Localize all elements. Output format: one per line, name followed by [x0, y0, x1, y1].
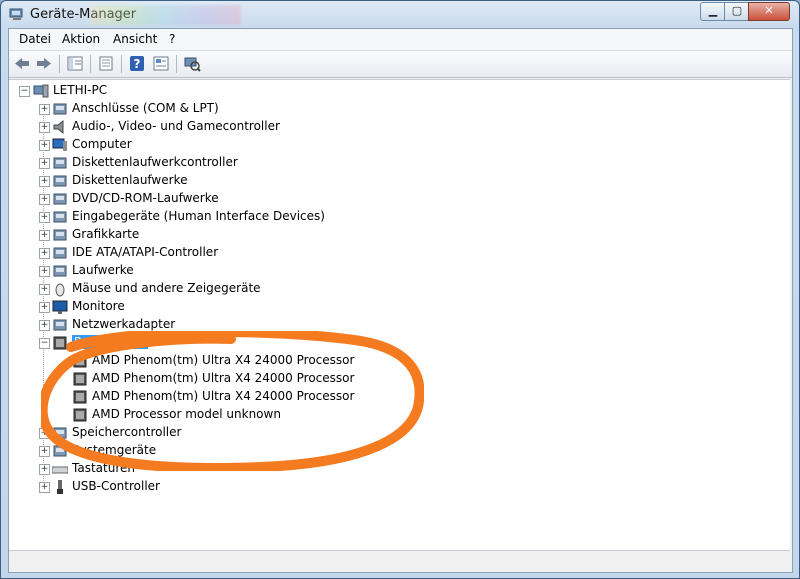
floppy-drive-icon [52, 173, 68, 189]
hid-icon [52, 209, 68, 225]
toolbar-separator [59, 55, 60, 73]
toolbar-separator [121, 55, 122, 73]
tree-node-label: Diskettenlaufwerke [72, 173, 188, 187]
menu-aktion[interactable]: Aktion [62, 32, 100, 46]
expand-icon[interactable]: + [39, 482, 50, 493]
back-icon[interactable] [13, 55, 31, 72]
tree-category[interactable]: + DVD/CD-ROM-Laufwerke [9, 190, 790, 208]
title-bar[interactable]: Geräte-Manager ▁ ▢ ✕ [1, 1, 799, 29]
toolbar: ? [9, 51, 792, 78]
computer-icon [52, 137, 68, 153]
expand-icon[interactable]: + [39, 320, 50, 331]
tree-node-label: Netzwerkadapter [72, 317, 176, 331]
expand-icon[interactable]: + [39, 230, 50, 241]
tree-node-label: Monitore [72, 299, 125, 313]
ide-controller-icon [52, 245, 68, 261]
expand-icon[interactable]: + [39, 212, 50, 223]
client-area: Datei Aktion Ansicht ? ? − LETHI-PC + Ansch… [8, 28, 793, 573]
usb-icon [52, 479, 68, 495]
tree-node-label: Computer [72, 137, 132, 151]
speaker-icon [52, 119, 68, 135]
expand-icon[interactable]: + [39, 176, 50, 187]
tree-view-icon[interactable] [66, 55, 84, 72]
expand-icon[interactable]: + [39, 284, 50, 295]
expand-icon[interactable]: + [39, 194, 50, 205]
tree-category[interactable]: + Mäuse und andere Zeigegeräte [9, 280, 790, 298]
tree-category[interactable]: + Diskettenlaufwerke [9, 172, 790, 190]
properties-icon[interactable] [97, 55, 115, 72]
expand-icon[interactable]: + [39, 158, 50, 169]
device-manager-window: Geräte-Manager ▁ ▢ ✕ Datei Aktion Ansich… [0, 0, 800, 579]
tree-node-label: LETHI-PC [53, 83, 108, 97]
show-hidden-icon[interactable] [152, 55, 170, 72]
tree-node-label: Mäuse und andere Zeigegeräte [72, 281, 261, 295]
display-adapter-icon [52, 227, 68, 243]
tree-category[interactable]: + Computer [9, 136, 790, 154]
scan-hardware-icon[interactable] [183, 55, 201, 72]
toolbar-separator [90, 55, 91, 73]
expand-icon[interactable]: + [39, 248, 50, 259]
tree-root[interactable]: − LETHI-PC [9, 82, 790, 100]
expand-icon[interactable]: + [39, 122, 50, 133]
expand-icon[interactable]: + [39, 140, 50, 151]
tree-category[interactable]: + Anschlüsse (COM & LPT) [9, 100, 790, 118]
tree-category[interactable]: + USB-Controller [9, 478, 790, 496]
collapse-icon[interactable]: − [19, 86, 30, 97]
close-icon: ✕ [764, 4, 774, 17]
menu-ansicht[interactable]: Ansicht [113, 32, 157, 46]
disk-drive-icon [52, 263, 68, 279]
port-icon [52, 101, 68, 117]
forward-icon[interactable] [35, 55, 53, 72]
svg-text:?: ? [134, 57, 141, 71]
toolbar-separator [176, 55, 177, 73]
computer-icon [33, 83, 49, 99]
status-bar [9, 550, 790, 571]
expand-icon[interactable]: + [39, 266, 50, 277]
tree-node-label: USB-Controller [72, 479, 160, 493]
monitor-icon [52, 299, 68, 315]
menu-bar: Datei Aktion Ansicht ? [9, 29, 792, 51]
minimize-button[interactable]: ▁ [700, 2, 726, 21]
maximize-button[interactable]: ▢ [724, 2, 750, 21]
tree-category[interactable]: + IDE ATA/ATAPI-Controller [9, 244, 790, 262]
expand-icon[interactable]: + [39, 302, 50, 313]
orange-highlight-circle [41, 331, 424, 471]
tree-node-label: Laufwerke [72, 263, 134, 277]
device-tree: − LETHI-PC + Anschlüsse (COM & LPT) + Audio-,… [9, 79, 790, 550]
tree-category[interactable]: + Laufwerke [9, 262, 790, 280]
dvd-drive-icon [52, 191, 68, 207]
tree-category[interactable]: + Audio-, Video- und Gamecontroller [9, 118, 790, 136]
tree-node-label: Eingabegeräte (Human Interface Devices) [72, 209, 325, 223]
tree-node-label: Diskettenlaufwerkcontroller [72, 155, 238, 169]
device-manager-icon [9, 8, 23, 20]
tree-node-label: Audio-, Video- und Gamecontroller [72, 119, 280, 133]
mouse-icon [52, 281, 68, 297]
tree-node-label: Anschlüsse (COM & LPT) [72, 101, 219, 115]
controller-icon [52, 155, 68, 171]
minimize-icon: ▁ [708, 4, 718, 17]
close-button[interactable]: ✕ [748, 2, 790, 21]
menu-help[interactable]: ? [169, 32, 175, 46]
tree-category[interactable]: + Diskettenlaufwerkcontroller [9, 154, 790, 172]
tree-node-label: Grafikkarte [72, 227, 140, 241]
tree-category[interactable]: + Grafikkarte [9, 226, 790, 244]
tree-node-label: IDE ATA/ATAPI-Controller [72, 245, 219, 259]
tree-node-label: DVD/CD-ROM-Laufwerke [72, 191, 219, 205]
menu-datei[interactable]: Datei [19, 32, 51, 46]
tree-category[interactable]: + Monitore [9, 298, 790, 316]
title-glow [91, 5, 241, 25]
expand-icon[interactable]: + [39, 104, 50, 115]
tree-category[interactable]: + Eingabegeräte (Human Interface Devices) [9, 208, 790, 226]
help-icon[interactable]: ? [128, 55, 146, 72]
maximize-icon: ▢ [731, 4, 743, 17]
